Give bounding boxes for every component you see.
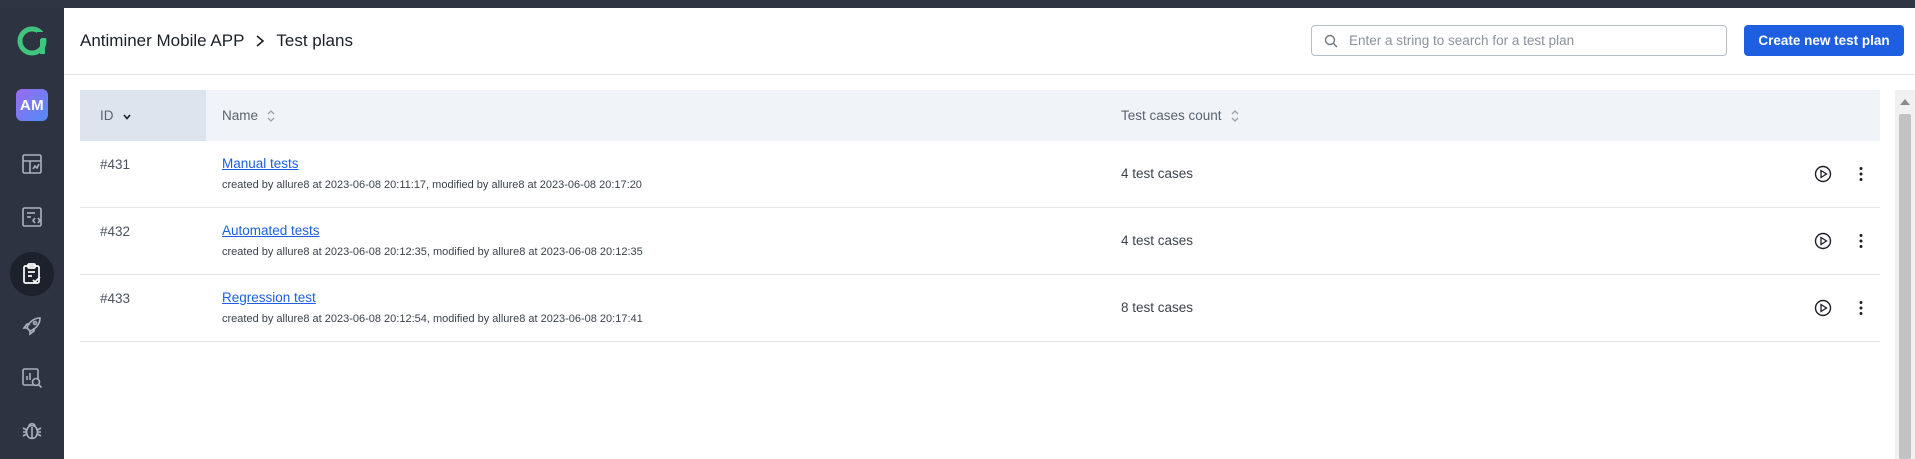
sort-icon bbox=[267, 109, 275, 122]
analytics-icon[interactable] bbox=[18, 364, 46, 392]
plan-test-count: 4 test cases bbox=[1121, 233, 1194, 248]
table-header: ID Name Test cases count bbox=[80, 90, 1880, 141]
search-box[interactable] bbox=[1311, 25, 1727, 56]
dashboards-icon[interactable] bbox=[18, 150, 46, 178]
chevron-right-icon bbox=[254, 34, 266, 48]
project-avatar[interactable]: AM bbox=[16, 89, 48, 121]
page-title: Test plans bbox=[276, 31, 353, 50]
search-icon bbox=[1324, 34, 1338, 47]
plan-id: #433 bbox=[100, 291, 131, 306]
plan-test-count: 4 test cases bbox=[1121, 166, 1194, 181]
scroll-thumb[interactable] bbox=[1899, 114, 1911, 459]
run-play-icon[interactable] bbox=[1814, 299, 1832, 317]
breadcrumb: Antiminer Mobile APP Test plans bbox=[80, 31, 353, 51]
launches-icon[interactable] bbox=[18, 312, 46, 340]
plan-name-link[interactable]: Automated tests bbox=[222, 223, 320, 238]
allure-logo-icon[interactable] bbox=[15, 24, 49, 58]
plan-name-cell: Regression test created by allure8 at 20… bbox=[222, 289, 643, 325]
vertical-scrollbar[interactable] bbox=[1895, 90, 1915, 459]
column-header-name[interactable]: Name bbox=[222, 108, 276, 123]
plan-meta: created by allure8 at 2023-06-08 20:12:5… bbox=[222, 313, 643, 325]
sidebar: AM bbox=[0, 8, 64, 459]
test-plans-icon[interactable] bbox=[18, 260, 46, 288]
sort-desc-icon bbox=[122, 113, 131, 120]
breadcrumb-project[interactable]: Antiminer Mobile APP bbox=[80, 31, 244, 51]
plan-name-link[interactable]: Manual tests bbox=[222, 156, 299, 171]
more-vertical-icon[interactable] bbox=[1852, 299, 1870, 317]
more-vertical-icon[interactable] bbox=[1852, 232, 1870, 250]
plan-name-link[interactable]: Regression test bbox=[222, 290, 316, 305]
test-plans-table: ID Name Test cases count #431 Manual tes… bbox=[80, 90, 1880, 342]
plan-meta: created by allure8 at 2023-06-08 20:11:1… bbox=[222, 179, 642, 191]
more-vertical-icon[interactable] bbox=[1852, 165, 1870, 183]
sort-icon bbox=[1231, 109, 1239, 122]
column-header-count[interactable]: Test cases count bbox=[1121, 108, 1240, 123]
plan-meta: created by allure8 at 2023-06-08 20:12:3… bbox=[222, 246, 643, 258]
test-cases-icon[interactable] bbox=[18, 203, 46, 231]
plan-name-cell: Manual tests created by allure8 at 2023-… bbox=[222, 155, 642, 191]
search-input[interactable] bbox=[1347, 32, 1721, 49]
page-header: Antiminer Mobile APP Test plans Create n… bbox=[64, 8, 1915, 75]
create-test-plan-button[interactable]: Create new test plan bbox=[1744, 25, 1904, 56]
defects-icon[interactable] bbox=[18, 416, 46, 444]
table-row[interactable]: #433 Regression test created by allure8 … bbox=[80, 275, 1880, 342]
plan-id: #432 bbox=[100, 224, 131, 239]
run-play-icon[interactable] bbox=[1814, 165, 1832, 183]
scroll-up-arrow-icon[interactable] bbox=[1900, 99, 1910, 105]
run-play-icon[interactable] bbox=[1814, 232, 1832, 250]
plan-name-cell: Automated tests created by allure8 at 20… bbox=[222, 222, 643, 258]
top-strip bbox=[0, 0, 1915, 8]
table-row[interactable]: #432 Automated tests created by allure8 … bbox=[80, 208, 1880, 275]
plan-id: #431 bbox=[100, 157, 131, 172]
plan-test-count: 8 test cases bbox=[1121, 300, 1194, 315]
table-row[interactable]: #431 Manual tests created by allure8 at … bbox=[80, 141, 1880, 208]
column-header-id[interactable]: ID bbox=[100, 108, 132, 123]
sorted-column-highlight bbox=[80, 90, 206, 141]
